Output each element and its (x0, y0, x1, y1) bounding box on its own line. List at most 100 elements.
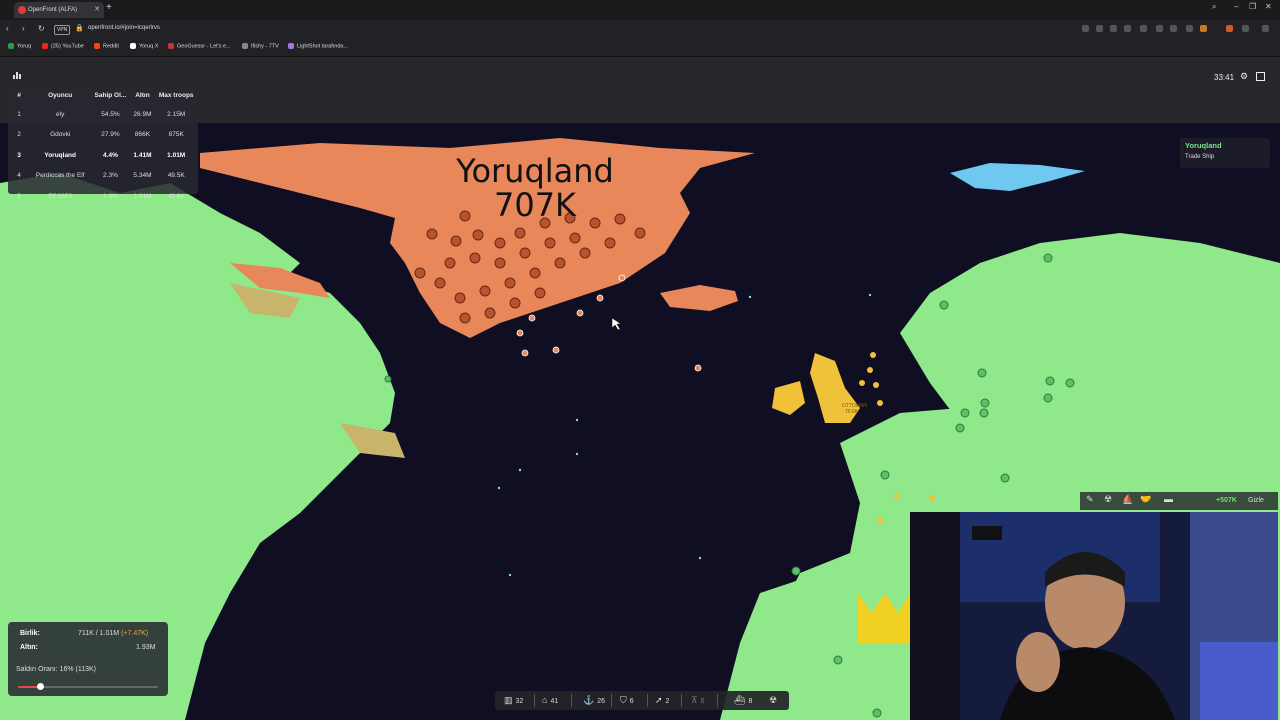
divider (534, 694, 535, 707)
build-warship-button[interactable]: ⛴ 8 (734, 694, 752, 707)
lock-icon[interactable]: 🔒 (75, 24, 84, 32)
gold-cell: 1.91M (133, 192, 152, 200)
owned-cell: 27.9% (101, 131, 120, 139)
troops-cell: 2.15M (167, 110, 186, 118)
vpn-badge[interactable]: VPN (54, 25, 71, 35)
close-window-icon[interactable]: ✕ (1265, 2, 1272, 11)
rank-cell: 2 (17, 131, 21, 139)
new-tab-icon[interactable]: + (106, 2, 112, 13)
extension-icon[interactable] (1096, 25, 1103, 32)
divider (571, 694, 572, 707)
column-header-player[interactable]: Oyuncu (30, 86, 90, 104)
build-sam-button[interactable]: ⊼ 6 (691, 694, 705, 707)
address-bar: ‹ › ↻ VPN 🔒 openfront.io/#join=lcqerlrvs (0, 20, 1280, 40)
bookmark-item[interactable]: GeoGuessr - Let's e... (168, 43, 231, 49)
extension-icon[interactable] (1140, 25, 1147, 32)
settings-gear-icon[interactable]: ⚙ (1240, 71, 1248, 82)
leaderboard-table: # Oyuncu Sahip Ol... Altın Max troops 1 … (8, 86, 198, 207)
attack-ratio-label: Saldırı Oranı: 16% (113K) (16, 666, 97, 673)
gold-value: 1.93M (136, 644, 156, 651)
divider (647, 694, 648, 707)
pencil-icon[interactable]: ✎ (1086, 494, 1094, 505)
player-cell: ely (56, 110, 65, 118)
divider (681, 694, 682, 707)
bookmark-item[interactable]: Ifishy - 7TV (242, 43, 279, 49)
search-tabs-icon[interactable]: ⌕ (1212, 2, 1216, 12)
leaderboard-row[interactable]: 2 Gdovki 27.9% 866K 875K (8, 125, 198, 146)
build-factory-button[interactable]: ⌂ 41 (542, 694, 558, 707)
build-port-button[interactable]: ⚓ 26 (583, 694, 605, 707)
heart-icon[interactable] (1156, 25, 1163, 32)
openfront-favicon-icon (18, 6, 26, 14)
leaderboard-row[interactable]: 4 Perdiccas the Elf 2.3% 5.34M 49.5K (8, 166, 198, 187)
settings-icon[interactable] (1242, 25, 1249, 32)
exit-icon[interactable] (1256, 72, 1265, 81)
player-name-label: Yoruqland (456, 152, 614, 190)
divider (611, 694, 612, 707)
rank-cell: 5 (17, 192, 21, 200)
bookmarks-bar: Yoruq (25) YouTube Reddit Yoruq X GeoGue… (0, 40, 1280, 57)
browser-tab[interactable]: OpenFront (ALFA) ✕ (14, 2, 104, 18)
player-territory-label: Yoruqland 707K (455, 154, 615, 222)
build-city-button[interactable]: ▥ 32 (504, 694, 523, 707)
owned-cell: 54.5% (101, 110, 120, 118)
bookmark-item[interactable]: LightShot tarafında... (288, 43, 348, 49)
leaderboard-chart-icon[interactable] (12, 70, 22, 80)
extension-icon[interactable] (1226, 25, 1233, 32)
alliance-handshake-icon[interactable]: 🤝 (1140, 494, 1151, 505)
extension-icon[interactable] (1082, 25, 1089, 32)
sam-icon: ⊼ (691, 695, 698, 705)
back-icon[interactable]: ‹ (6, 24, 9, 33)
leaderboard-row[interactable]: 5 Elf 3653 1.6% 1.91M 40.6K (8, 186, 198, 207)
column-header-rank[interactable]: # (8, 86, 30, 104)
troops-value: 711K / 1.01M (+7.47K) (78, 630, 149, 637)
bookmark-item[interactable]: Yoruq X (130, 43, 158, 49)
extension-icon[interactable] (1110, 25, 1117, 32)
extension-icon[interactable] (1124, 25, 1131, 32)
nuke-icon[interactable]: ☢ (1104, 494, 1112, 505)
player-cell: Yoruqland (44, 151, 76, 159)
troops-label: Birlik: (20, 630, 40, 637)
url-field[interactable]: openfront.io/#join=lcqerlrvs (88, 25, 160, 31)
gold-cell: 1.41M (133, 151, 152, 159)
geoguessr-icon (168, 43, 174, 49)
column-header-owned[interactable]: Sahip Ol... (90, 86, 130, 104)
hover-owner-name: Yoruqland (1185, 141, 1222, 150)
build-nuke-button[interactable]: ☢ (769, 694, 780, 707)
build-missile-silo-button[interactable]: ➚ 2 (655, 694, 669, 707)
webcam-overlay (910, 512, 1278, 720)
leaderboard-row[interactable]: 1 ely 54.5% 26.9M 2.15M (8, 104, 198, 125)
x-icon (130, 43, 136, 49)
download-icon[interactable] (1170, 25, 1177, 32)
hover-unit-type: Trade Ship (1185, 154, 1215, 160)
rank-cell: 1 (17, 110, 21, 118)
defense-icon: ⛉ (620, 695, 627, 705)
maximize-icon[interactable]: ❐ (1249, 2, 1256, 11)
bookmark-item[interactable]: Yoruq (8, 43, 31, 49)
leaderboard-row-self[interactable]: 3 Yoruqland 4.4% 1.41M 1.01M (8, 145, 198, 166)
gold-cell: 866K (134, 131, 151, 139)
reload-icon[interactable]: ↻ (38, 24, 45, 33)
attack-ratio-thumb[interactable] (36, 683, 44, 690)
minimize-icon[interactable]: – (1234, 2, 1238, 11)
sidebar-icon[interactable] (1262, 25, 1269, 32)
hide-button[interactable]: Gizle (1248, 497, 1264, 504)
forward-icon[interactable]: › (22, 24, 25, 33)
bookmark-item[interactable]: Reddit (94, 43, 119, 49)
gold-income: +507K (1216, 497, 1237, 504)
owned-cell: 1.6% (103, 192, 118, 200)
factory-icon: ⌂ (542, 695, 548, 705)
menu-icon[interactable] (1186, 25, 1193, 32)
close-tab-icon[interactable]: ✕ (94, 2, 100, 18)
attack-ratio-slider[interactable] (18, 683, 158, 690)
owned-cell: 4.4% (103, 151, 118, 159)
bookmark-item[interactable]: (25) YouTube (42, 43, 84, 49)
profile-avatar[interactable] (1200, 25, 1207, 32)
chat-icon[interactable]: ▬ (1164, 494, 1173, 504)
column-header-max-troops[interactable]: Max troops (154, 86, 198, 104)
column-header-gold[interactable]: Altın (131, 86, 155, 104)
lightshot-icon (288, 43, 294, 49)
boat-icon[interactable]: ⛵ (1122, 494, 1133, 505)
build-defense-button[interactable]: ⛉ 6 (620, 694, 634, 707)
divider (717, 694, 718, 707)
